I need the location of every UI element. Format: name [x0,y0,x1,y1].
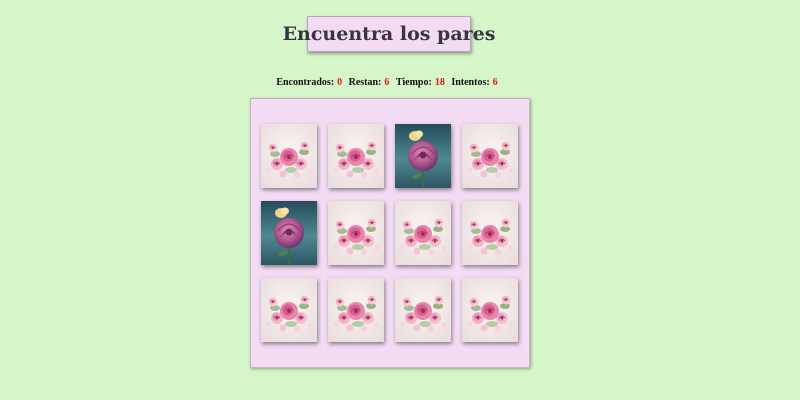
pink-roses-bouquet-icon [395,278,451,342]
card-hidden[interactable] [328,201,384,265]
single-rose-icon [261,201,317,265]
remaining-value: 6 [384,77,390,88]
pink-roses-bouquet-icon [328,124,384,188]
attempts-value: 6 [492,77,498,88]
card-hidden[interactable] [395,201,451,265]
game-board [250,98,530,368]
stat-time: Tiempo: 18 [396,77,445,88]
pink-roses-bouquet-icon [462,124,518,188]
attempts-label: Intentos: [451,77,490,88]
time-value: 18 [434,77,445,88]
pink-roses-bouquet-icon [462,278,518,342]
pink-roses-bouquet-icon [328,278,384,342]
found-label: Encontrados: [276,77,335,88]
stat-found: Encontrados: 0 [276,77,342,88]
game-page: Encuentra los pares Encontrados: 0 Restan… [0,0,800,400]
pink-roses-bouquet-icon [261,278,317,342]
card-hidden[interactable] [328,124,384,188]
stat-attempts: Intentos: 6 [451,77,497,88]
card-hidden[interactable] [395,278,451,342]
card-revealed[interactable] [261,201,317,265]
pink-roses-bouquet-icon [462,201,518,265]
card-hidden[interactable] [261,124,317,188]
page-title: Encuentra los pares [282,23,496,45]
card-hidden[interactable] [462,278,518,342]
card-revealed[interactable] [395,124,451,188]
card-hidden[interactable] [462,124,518,188]
pink-roses-bouquet-icon [395,201,451,265]
time-label: Tiempo: [395,77,432,88]
card-hidden[interactable] [261,278,317,342]
stat-remaining: Restan: 6 [349,77,390,88]
title-box: Encuentra los pares [283,16,495,52]
remaining-label: Restan: [348,77,382,88]
card-hidden[interactable] [462,201,518,265]
pink-roses-bouquet-icon [261,124,317,188]
card-hidden[interactable] [328,278,384,342]
pink-roses-bouquet-icon [328,201,384,265]
single-rose-icon [395,124,451,188]
stats-bar: Encontrados: 0 Restan: 6 Tiempo: 18 Intento… [0,77,774,88]
found-value: 0 [337,77,343,88]
